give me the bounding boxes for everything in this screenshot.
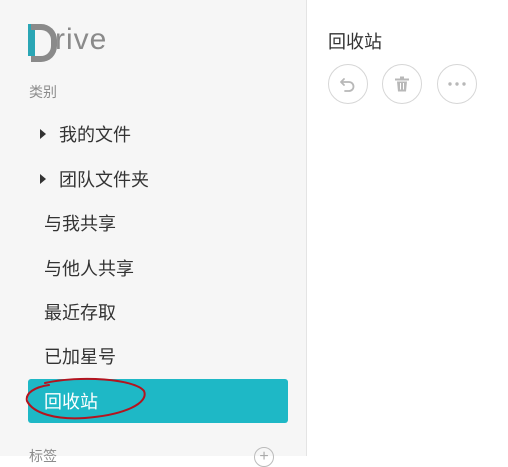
caret-right-icon[interactable] [40, 129, 46, 139]
sidebar-item-label: 已加星号 [44, 347, 116, 367]
add-tag-button[interactable]: + [254, 447, 274, 467]
sidebar-item-recent[interactable]: 最近存取 [28, 290, 288, 334]
sidebar-item-team-folders[interactable]: 团队文件夹 [28, 157, 288, 201]
sidebar-item-label: 团队文件夹 [59, 170, 149, 190]
category-heading: 类别 [29, 84, 57, 100]
sidebar-item-label: 我的文件 [59, 125, 131, 145]
restore-icon [340, 78, 355, 92]
sidebar: rive 类别 我的文件 团队文件夹 与我共享 与他人共享 最近存取 已加星号 … [0, 0, 307, 467]
tags-heading: 标签 [29, 448, 57, 464]
sidebar-item-shared-with-others[interactable]: 与他人共享 [28, 246, 288, 290]
caret-right-icon[interactable] [40, 174, 46, 184]
page-title: 回收站 [328, 32, 382, 52]
sidebar-item-label: 与他人共享 [44, 259, 134, 279]
more-icon [448, 82, 466, 86]
sidebar-item-shared-with-me[interactable]: 与我共享 [28, 201, 288, 245]
restore-button[interactable] [328, 64, 368, 104]
sidebar-item-label: 最近存取 [44, 303, 116, 323]
drive-logo: rive [28, 20, 108, 62]
sidebar-item-label: 与我共享 [44, 214, 116, 234]
sidebar-item-my-files[interactable]: 我的文件 [28, 112, 288, 156]
trash-icon [395, 76, 409, 92]
more-button[interactable] [437, 64, 477, 104]
delete-button[interactable] [382, 64, 422, 104]
sidebar-item-label: 回收站 [44, 392, 98, 412]
logo-d-mark [28, 24, 57, 62]
sidebar-item-starred[interactable]: 已加星号 [28, 334, 288, 378]
sidebar-item-recycle-bin[interactable]: 回收站 [28, 379, 288, 423]
logo-text: rive [55, 23, 108, 56]
